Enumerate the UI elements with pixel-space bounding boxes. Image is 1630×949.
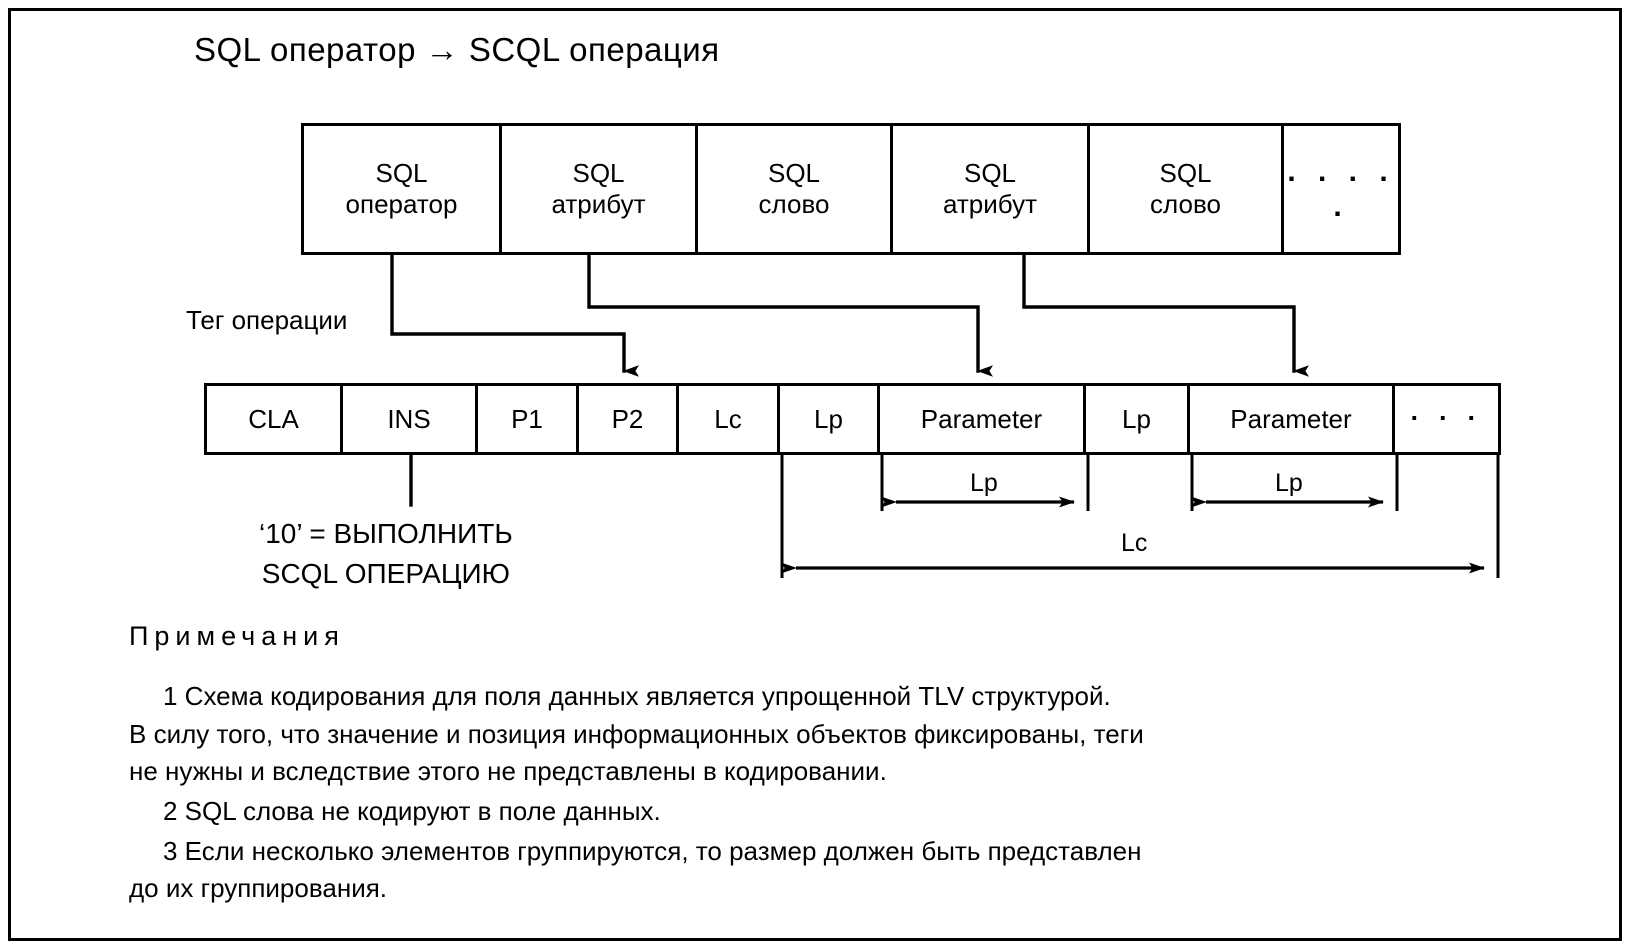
sql-cell-line1: SQL xyxy=(963,158,1017,189)
note-item: 2 SQL слова не кодируют в поле данных. xyxy=(129,793,1549,831)
connector-sql-operator-to-p2 xyxy=(390,253,639,377)
note-line: 1 Схема кодирования для поля данных явля… xyxy=(163,681,1111,711)
apdu-cell-label: Lc xyxy=(714,403,742,434)
note-line: 2 SQL слова не кодируют в поле данных. xyxy=(163,796,661,827)
sql-cell-sql-attribute-2: SQL атрибут xyxy=(893,126,1090,252)
ellipsis-icon: . . . . . xyxy=(1287,154,1395,223)
dim-label-lc: Lc xyxy=(1121,529,1148,557)
sql-cell-line1: SQL xyxy=(572,158,625,189)
apdu-cell-ellipsis: · · · xyxy=(1395,386,1498,452)
sql-cell-line2: атрибут xyxy=(551,189,646,219)
apdu-cell-lp-2: Lp xyxy=(1086,386,1190,452)
ellipsis-icon: · · · xyxy=(1410,403,1483,434)
connector-sql-attribute1-to-parameter1 xyxy=(587,253,993,377)
note-line: до их группирования. xyxy=(129,873,388,904)
sql-cell-ellipsis: . . . . . xyxy=(1284,126,1398,252)
connector-sql-attribute2-to-parameter2 xyxy=(1022,253,1309,377)
apdu-cell-label: P2 xyxy=(611,403,644,434)
apdu-cell-parameter-2: Parameter xyxy=(1190,386,1395,452)
sql-statement-row: SQL оператор SQL атрибут SQL слово SQL а… xyxy=(301,123,1401,255)
apdu-cell-label: P1 xyxy=(511,403,543,434)
apdu-cell-label: Parameter xyxy=(1230,403,1352,434)
apdu-cell-cla: CLA xyxy=(207,386,343,452)
sql-cell-line1: SQL xyxy=(1159,158,1212,189)
note-item: 3 Если несколько элементов группируются,… xyxy=(129,833,1549,908)
diagram-page: SQL оператор → SCQL операция SQL операто… xyxy=(0,0,1630,949)
note-line: В силу того, что значение и позиция инфо… xyxy=(129,718,1144,749)
diagram-frame: SQL оператор → SCQL операция SQL операто… xyxy=(8,8,1622,941)
dim-label-lp1: Lp xyxy=(970,469,998,497)
sql-cell-line1: SQL xyxy=(375,158,428,189)
tag-operation-label: Тег операции xyxy=(186,305,348,335)
apdu-cell-ins: INS xyxy=(343,386,478,452)
notes-heading: Примечания xyxy=(129,621,345,651)
apdu-cell-p1: P1 xyxy=(478,386,579,452)
sql-cell-line2: слово xyxy=(758,189,830,219)
sql-cell-line2: оператор xyxy=(345,189,458,219)
ins-callout-line1: ‘10’ = ВЫПОЛНИТЬ xyxy=(259,518,513,549)
ins-callout: ‘10’ = ВЫПОЛНИТЬ SCQL ОПЕРАЦИЮ xyxy=(259,514,513,594)
ins-callout-line2: SCQL ОПЕРАЦИЮ xyxy=(261,557,510,589)
apdu-cell-parameter-1: Parameter xyxy=(880,386,1086,452)
note-item: 1 Схема кодирования для поля данных явля… xyxy=(129,678,1549,791)
dim-label-lp2: Lp xyxy=(1275,469,1303,497)
note-line: 3 Если несколько элементов группируются,… xyxy=(163,835,1142,866)
sql-cell-line2: атрибут xyxy=(942,189,1037,219)
sql-cell-sql-word-1: SQL слово xyxy=(698,126,893,252)
notes-section: Примечания 1 Схема кодирования для поля … xyxy=(129,621,1549,910)
sql-cell-line2: слово xyxy=(1150,189,1221,219)
apdu-command-row: CLA INS P1 P2 Lc Lp Parameter Lp Paramet… xyxy=(204,383,1501,455)
apdu-cell-lp-1: Lp xyxy=(780,386,880,452)
sql-cell-sql-operator: SQL оператор xyxy=(304,126,502,252)
sql-cell-line1: SQL xyxy=(767,158,821,189)
note-line: не нужны и вследствие этого не представл… xyxy=(129,756,887,787)
apdu-cell-p2: P2 xyxy=(579,386,679,452)
sql-cell-sql-attribute-1: SQL атрибут xyxy=(502,126,698,252)
sql-cell-sql-word-2: SQL слово xyxy=(1090,126,1284,252)
apdu-cell-label: CLA xyxy=(248,403,299,434)
apdu-cell-label: Lp xyxy=(1122,403,1151,434)
apdu-cell-label: Parameter xyxy=(920,403,1043,434)
apdu-cell-label: INS xyxy=(387,403,431,434)
apdu-cell-label: Lp xyxy=(814,403,843,434)
page-title: SQL оператор → SCQL операция xyxy=(194,31,720,68)
apdu-cell-lc: Lc xyxy=(679,386,780,452)
